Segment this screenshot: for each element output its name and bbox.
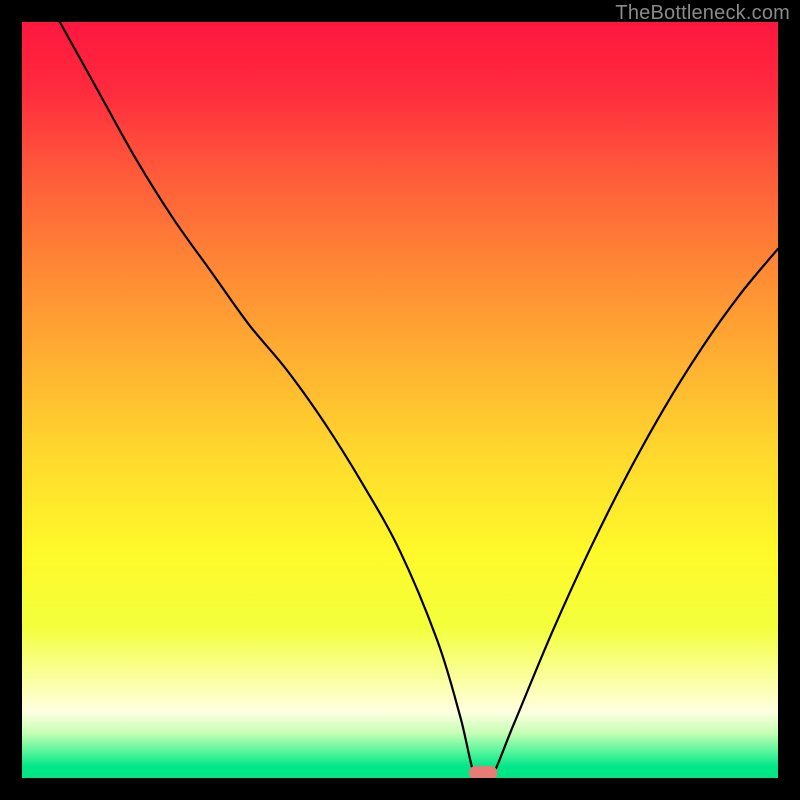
- chart-frame: TheBottleneck.com: [0, 0, 800, 800]
- gradient-background: [22, 22, 778, 778]
- optimum-marker: [469, 766, 497, 778]
- bottleneck-chart: [22, 22, 778, 778]
